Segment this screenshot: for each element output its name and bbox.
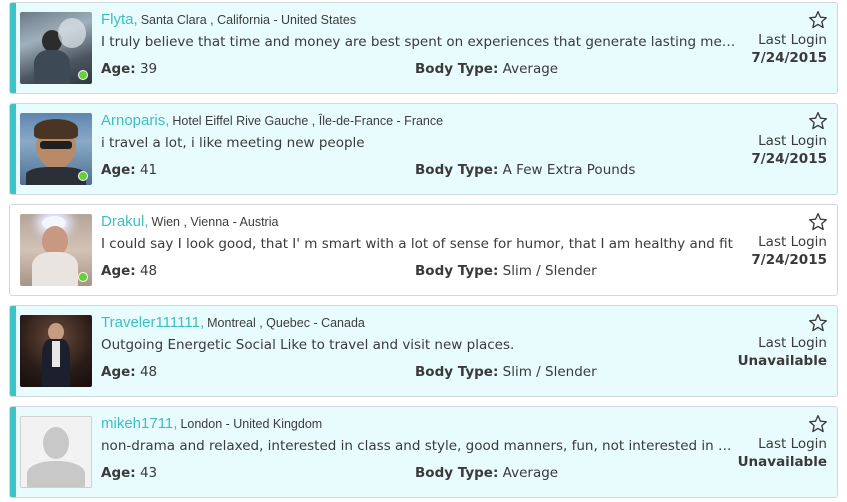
profile-card[interactable]: mikeh1711, London - United Kingdom non-dr… (9, 406, 838, 498)
profile-location: Hotel Eiffel Rive Gauche , Île-de-France… (172, 114, 444, 128)
last-login-value: 7/24/2015 (751, 50, 827, 66)
profile-age: Age: 41 (101, 162, 158, 178)
profile-card[interactable]: Arnoparis, Hotel Eiffel Rive Gauche , Île… (9, 103, 838, 195)
last-login-label: Last Login (758, 133, 827, 149)
online-status-icon (78, 272, 88, 282)
last-login-label: Last Login (758, 234, 827, 250)
card-accent-bar (10, 205, 16, 295)
online-status-icon (78, 70, 88, 80)
star-outline-icon[interactable] (808, 212, 828, 232)
profile-tagline: Outgoing Energetic Social Like to travel… (101, 337, 515, 353)
profile-location: Santa Clara , California - United States (140, 13, 357, 27)
profile-photo[interactable] (20, 214, 92, 286)
online-status-icon (78, 171, 88, 181)
star-outline-icon[interactable] (808, 313, 828, 333)
profile-name[interactable]: Arnoparis, Hotel Eiffel Rive Gauche , Île… (101, 112, 443, 129)
profile-tagline: I could say I look good, that I' m smart… (101, 236, 733, 252)
profile-photo[interactable] (20, 113, 92, 185)
profile-body-type: Body Type: A Few Extra Pounds (415, 162, 636, 178)
card-accent-bar (10, 104, 16, 194)
card-accent-bar (10, 306, 16, 396)
profile-age: Age: 39 (101, 61, 158, 77)
star-outline-icon[interactable] (808, 10, 828, 30)
profile-location: Wien , Vienna - Austria (151, 215, 279, 229)
last-login-label: Last Login (758, 436, 827, 452)
profile-tagline: non-drama and relaxed, interested in cla… (101, 438, 736, 454)
profile-body-type: Body Type: Average (415, 465, 559, 481)
last-login-label: Last Login (758, 335, 827, 351)
star-outline-icon[interactable] (808, 414, 828, 434)
star-outline-icon[interactable] (808, 111, 828, 131)
profile-location: Montreal , Quebec - Canada (207, 316, 365, 330)
last-login-value: Unavailable (737, 454, 827, 470)
profile-age: Age: 48 (101, 364, 158, 380)
profile-photo[interactable] (20, 315, 92, 387)
profile-age: Age: 43 (101, 465, 158, 481)
last-login-value: 7/24/2015 (751, 252, 827, 268)
profile-name[interactable]: Drakul, Wien , Vienna - Austria (101, 213, 278, 230)
last-login-value: Unavailable (737, 353, 827, 369)
last-login-label: Last Login (758, 32, 827, 48)
profile-name[interactable]: mikeh1711, London - United Kingdom (101, 415, 322, 432)
profile-name[interactable]: Traveler111111, Montreal , Quebec - Canad… (101, 314, 365, 331)
card-accent-bar (10, 3, 16, 93)
profile-body-type: Body Type: Slim / Slender (415, 364, 597, 380)
profile-card[interactable]: Traveler111111, Montreal , Quebec - Canad… (9, 305, 838, 397)
profile-tagline: i travel a lot, i like meeting new peopl… (101, 135, 365, 151)
last-login-value: 7/24/2015 (751, 151, 827, 167)
profile-tagline: I truly believe that time and money are … (101, 34, 736, 50)
profile-body-type: Body Type: Slim / Slender (415, 263, 597, 279)
profile-body-type: Body Type: Average (415, 61, 559, 77)
profile-location: London - United Kingdom (180, 417, 323, 431)
profile-photo-placeholder[interactable] (20, 416, 92, 488)
profile-name[interactable]: Flyta, Santa Clara , California - United … (101, 11, 356, 28)
profile-card[interactable]: Drakul, Wien , Vienna - Austria I could s… (9, 204, 838, 296)
profile-age: Age: 48 (101, 263, 158, 279)
profile-photo[interactable] (20, 12, 92, 84)
profile-card[interactable]: Flyta, Santa Clara , California - United … (9, 2, 838, 94)
card-accent-bar (10, 407, 16, 497)
